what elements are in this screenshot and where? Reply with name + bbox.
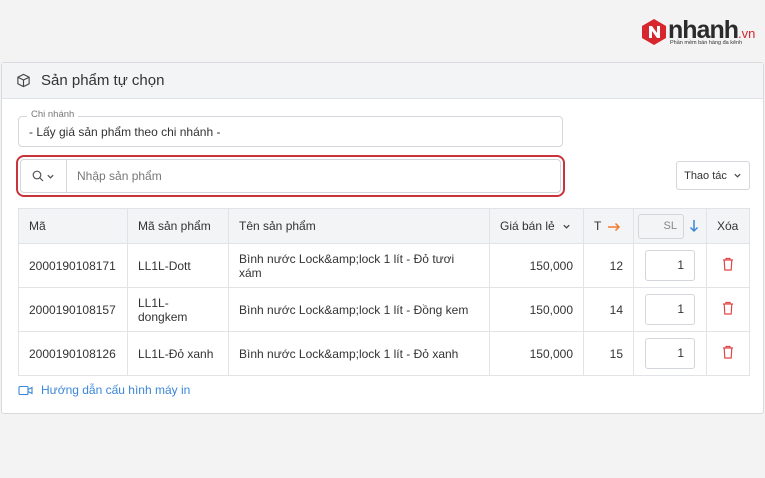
col-sku: Mã sản phẩm [127,208,229,244]
row-code: 2000190108157 [18,287,128,332]
row-delete-cell [706,331,750,376]
qty-input[interactable]: 1 [645,294,695,325]
table-header-row: Mã Mã sản phẩm Tên sản phẩm Giá bán lẻ T [18,208,750,244]
row-price: 150,000 [489,287,584,332]
nhanh-logo-icon [642,19,666,45]
row-price: 150,000 [489,331,584,376]
branch-select[interactable]: Chi nhánh - Lấy giá sản phẩm theo chi nh… [18,109,563,147]
search-inner [20,159,561,193]
arrow-down-icon[interactable] [689,219,699,233]
brand-tagline: Phần mềm bán hàng đa kênh [670,40,743,46]
chevron-down-icon [563,225,570,230]
table-row: 2000190108126 LL1L-Đỏ xanh Bình nước Loc… [18,331,750,376]
table-row: 2000190108171 LL1L-Dott Bình nước Lock&a… [18,243,750,288]
qty-all-input[interactable]: SL [638,213,684,239]
printer-guide-label: Hướng dẫn cấu hình máy in [41,383,191,397]
qty-input[interactable]: 1 [645,250,695,281]
product-search-box [16,155,565,197]
product-table: Mã Mã sản phẩm Tên sản phẩm Giá bán lẻ T [18,208,750,376]
row-code: 2000190108126 [18,331,128,376]
row-name: Bình nước Lock&amp;lock 1 lít - Đỏ tươi … [228,243,490,288]
row-name: Bình nước Lock&amp;lock 1 lít - Đồng kem [228,287,490,332]
row-delete-cell [706,243,750,288]
product-card: Sản phẩm tự chọn Chi nhánh - Lấy giá sản… [1,62,764,414]
actions-label: Thao tác [684,169,727,182]
row-sku: LL1L-Dott [127,243,229,288]
row-qty-cell: 1 [633,243,707,288]
branch-label: Chi nhánh [27,109,79,120]
search-icon [32,170,44,182]
row-qty-cell: 1 [633,331,707,376]
row-stock: 12 [583,243,634,288]
chevron-down-icon [734,173,741,178]
trash-icon[interactable] [722,301,734,315]
col-stock[interactable]: T [583,208,634,244]
row-code: 2000190108171 [18,243,128,288]
row-stock: 14 [583,287,634,332]
branch-value: - Lấy giá sản phẩm theo chi nhánh - [29,125,221,139]
search-mode-dropdown[interactable] [21,160,67,192]
row-sku: LL1L-Đỏ xanh [127,331,229,376]
trash-icon[interactable] [722,257,734,271]
row-price: 150,000 [489,243,584,288]
col-code: Mã [18,208,128,244]
qty-input[interactable]: 1 [645,338,695,369]
row-stock: 15 [583,331,634,376]
arrow-right-icon[interactable] [607,222,621,232]
col-price-label: Giá bán lẻ [500,219,555,233]
row-qty-cell: 1 [633,287,707,332]
col-qty: SL [633,208,707,244]
printer-guide-link[interactable]: Hướng dẫn cấu hình máy in [18,383,190,397]
card-header: Sản phẩm tự chọn [2,63,763,99]
col-price[interactable]: Giá bán lẻ [489,208,584,244]
col-delete: Xóa [706,208,750,244]
chevron-down-icon [47,174,54,179]
video-camera-icon [18,385,33,395]
col-name: Tên sản phẩm [228,208,490,244]
row-sku: LL1L-dongkem [127,287,229,332]
table-row: 2000190108157 LL1L-dongkem Bình nước Loc… [18,287,750,332]
col-stock-label: T [594,219,602,233]
card-title: Sản phẩm tự chọn [41,72,165,89]
box-icon [17,73,30,88]
trash-icon[interactable] [722,345,734,359]
row-delete-cell [706,287,750,332]
search-input[interactable] [67,160,560,192]
brand-logo: nhanh.vn Phần mềm bán hàng đa kênh [641,16,756,50]
actions-button[interactable]: Thao tác [676,161,750,190]
row-name: Bình nước Lock&amp;lock 1 lít - Đỏ xanh [228,331,490,376]
